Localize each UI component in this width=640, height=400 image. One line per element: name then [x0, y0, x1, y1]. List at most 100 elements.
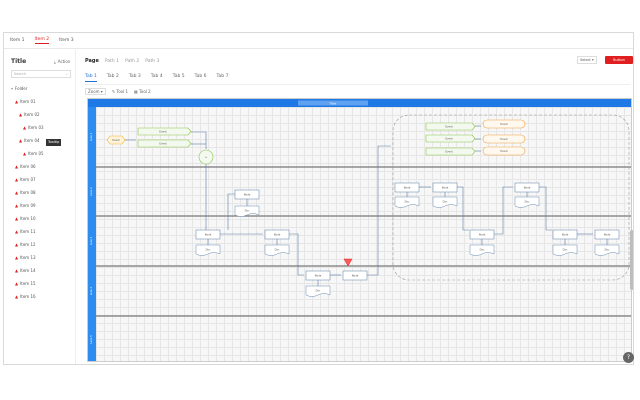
diagram-canvas[interactable]: Title Lane 1 Lane 2 Lane 3 Lane 4 Lane 5 Event… — [87, 98, 632, 362]
search-icon: ⌕ — [66, 72, 68, 76]
process-node-label: Node — [315, 274, 322, 278]
tree-item-label: Item 13 — [20, 255, 36, 260]
lane-label: Lane 4 — [89, 286, 93, 295]
lane-label: Lane 3 — [89, 236, 93, 245]
process-node-label: Node — [404, 186, 411, 190]
chevron-down-icon: ▾ — [11, 86, 14, 91]
event-pill-label: Event — [500, 149, 507, 153]
tree-item-label: Item 15 — [20, 281, 36, 286]
tabs-divider — [85, 84, 630, 85]
toolbar-tool-2[interactable]: ▦ Tool 2 — [134, 89, 151, 94]
document-node-label: Doc — [245, 209, 250, 213]
process-node-label: Node — [274, 233, 281, 237]
breadcrumb: Page Path 1 Path 2 Path 3 — [85, 58, 159, 64]
process-icon: ▲ — [15, 229, 19, 234]
tab-bar: Tab 1 Tab 2 Tab 3 Tab 4 Tab 5 Tab 6 Tab 7 — [85, 74, 228, 82]
tree-item-label: Item 02 — [24, 112, 40, 117]
process-icon: ▲ — [23, 151, 27, 156]
tree-item-label: Item 06 — [20, 164, 36, 169]
tab-1[interactable]: Tab 2 — [107, 74, 119, 82]
tree-item[interactable]: ▲ Item 11 — [11, 225, 75, 238]
breadcrumb-item[interactable]: Path 1 — [105, 59, 119, 64]
sidebar-title: Title — [11, 58, 27, 65]
tree-item[interactable]: ▲ Item 16 — [11, 290, 75, 303]
process-node-label: Node — [524, 186, 531, 190]
document-node-label: Doc — [605, 248, 610, 252]
connector — [494, 186, 513, 235]
tree-item[interactable]: ▲ Item 02 — [11, 108, 75, 121]
tree-item-label: Item 05 — [28, 151, 44, 156]
process-icon: ▲ — [15, 164, 19, 169]
sidebar-search-input[interactable]: Search ⌕ — [11, 70, 71, 78]
tree-item-label: Item 16 — [20, 294, 36, 299]
process-icon: ▲ — [15, 255, 19, 260]
zoom-label: Zoom — [88, 89, 100, 94]
search-placeholder: Search — [14, 72, 27, 76]
event-box-label: Event — [159, 142, 166, 146]
process-icon: ▲ — [15, 203, 19, 208]
tree-item[interactable]: ▲ Item 03 — [11, 121, 75, 134]
tab-6[interactable]: Tab 7 — [217, 74, 229, 82]
primary-action-button[interactable]: Button — [605, 56, 633, 64]
tree-item-label: Item 12 — [20, 242, 36, 247]
toolbar-tool-1-label: Tool 1 — [116, 89, 129, 94]
event-box-label: Event — [159, 130, 166, 134]
topnav-item-0[interactable]: Item 1 — [10, 38, 25, 43]
process-node-label: Node — [604, 233, 611, 237]
diagram-toolbar: Zoom ▾ ✎ Tool 1 ▦ Tool 2 — [85, 88, 151, 95]
zoom-select[interactable]: Zoom ▾ — [85, 88, 106, 95]
process-icon: ▲ — [15, 216, 19, 221]
tree-item[interactable]: ▲ Item 12 — [11, 238, 75, 251]
tree-item-label: Item 03 — [28, 125, 44, 130]
tab-0[interactable]: Tab 1 — [85, 74, 97, 82]
sidebar-action-button[interactable]: ⤓ Action — [54, 59, 70, 64]
connector — [367, 145, 391, 276]
tree-item[interactable]: ▲ Item 05 — [11, 147, 75, 160]
topnav-item-2[interactable]: Item 3 — [59, 38, 74, 43]
tab-5[interactable]: Tab 6 — [195, 74, 207, 82]
tree-item[interactable]: ▲ Item 09 — [11, 199, 75, 212]
tree-item[interactable]: ▲ Item 01 — [11, 95, 75, 108]
toolbar-tool-2-label: Tool 2 — [139, 89, 151, 94]
tab-4[interactable]: Tab 5 — [173, 74, 185, 82]
process-node-label: Node — [479, 233, 486, 237]
tree-item[interactable]: ▲ Item 15 — [11, 277, 75, 290]
chevron-down-icon: ▾ — [591, 58, 594, 62]
sidebar-action-label: Action — [57, 59, 71, 64]
event-box-label: Event — [445, 137, 452, 141]
document-node-label: Doc — [525, 200, 530, 204]
canvas-scrollbar[interactable] — [630, 230, 633, 290]
document-node-label: Doc — [275, 248, 280, 252]
lane-label: Lane 5 — [89, 335, 93, 344]
process-icon: ▲ — [15, 190, 19, 195]
tree-item[interactable]: ▾ Folder — [11, 82, 75, 95]
tab-2[interactable]: Tab 3 — [129, 74, 141, 82]
tree-item[interactable]: ▲ Item 08 — [11, 186, 75, 199]
help-button[interactable]: ? — [623, 352, 634, 363]
tree-item[interactable]: ▲ Item 14 — [11, 264, 75, 277]
process-icon: ▲ — [15, 294, 19, 299]
toolbar-tool-1[interactable]: ✎ Tool 1 — [112, 89, 128, 94]
topnav-item-1[interactable]: Item 2 — [34, 37, 50, 44]
process-icon: ▲ — [23, 125, 27, 130]
header-select[interactable]: Select ▾ — [577, 56, 597, 64]
event-pill-label: Event — [500, 122, 507, 126]
tree-item[interactable]: ▲ Item 06 — [11, 160, 75, 173]
process-icon: ▲ — [15, 281, 19, 286]
page-title: Page — [85, 58, 99, 64]
app-window: Item 1 Item 2 Item 3 Title ⤓ Action Search… — [3, 32, 634, 365]
tree-item[interactable]: ▲ Item 10 — [11, 212, 75, 225]
tree-item[interactable]: ▲ Item 04 — [11, 134, 75, 147]
layout-icon: ▦ — [134, 89, 138, 94]
breadcrumb-item[interactable]: Path 2 — [125, 59, 139, 64]
tree-item[interactable]: ▲ Item 13 — [11, 251, 75, 264]
header-select-label: Select — [580, 58, 591, 62]
tree-item-label: Item 09 — [20, 203, 36, 208]
tab-3[interactable]: Tab 4 — [151, 74, 163, 82]
warning-icon — [343, 258, 353, 267]
breadcrumb-item[interactable]: Path 3 — [145, 59, 159, 64]
document-node-label: Doc — [206, 248, 211, 252]
connector — [191, 131, 207, 149]
process-node-label: Node — [205, 233, 212, 237]
tree-item[interactable]: ▲ Item 07 — [11, 173, 75, 186]
